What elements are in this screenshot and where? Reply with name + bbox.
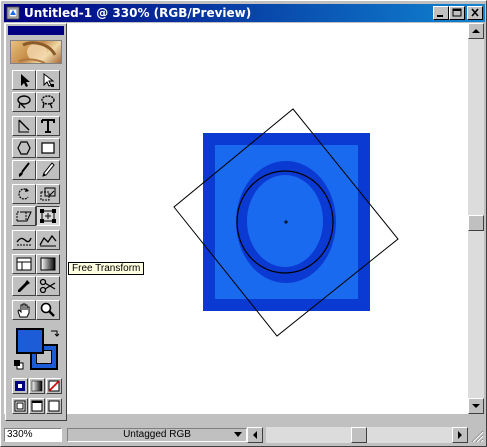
vertical-scroll-thumb[interactable] xyxy=(468,215,484,231)
scale-tool[interactable] xyxy=(36,184,60,204)
skew-tool[interactable] xyxy=(12,206,36,226)
gradient-mode-button[interactable] xyxy=(29,378,45,394)
brush-tool[interactable] xyxy=(12,160,36,180)
standard-screen-icon xyxy=(14,400,26,412)
arrow-left-icon xyxy=(253,431,257,439)
brush-tool-icon xyxy=(18,162,30,177)
status-bar: 330% Untagged RGB xyxy=(4,427,468,443)
color-mode-button[interactable] xyxy=(12,378,28,394)
close-icon xyxy=(471,8,479,17)
gradient-tool[interactable] xyxy=(12,254,36,274)
ring-hole xyxy=(247,175,323,267)
foreground-color-swatch[interactable] xyxy=(16,328,44,354)
gradient-mode-icon xyxy=(31,380,43,392)
status-menu-arrow-icon[interactable] xyxy=(232,429,244,440)
hand-tool[interactable] xyxy=(12,300,36,320)
horizontal-scroll-thumb[interactable] xyxy=(351,427,367,443)
resize-grip[interactable] xyxy=(468,427,484,443)
window-title: Untitled-1 @ 330% (RGB/Preview) xyxy=(24,6,252,20)
arrow-right-icon xyxy=(458,431,462,439)
scroll-up-button[interactable] xyxy=(468,23,484,39)
type-tool[interactable] xyxy=(36,116,60,136)
scroll-down-button[interactable] xyxy=(468,398,484,414)
reshape-tool-icon xyxy=(39,234,57,247)
direct-selection-tool-icon xyxy=(43,72,55,87)
toolbox-logo[interactable] xyxy=(10,40,62,64)
full-screen-button[interactable] xyxy=(46,398,62,414)
full-screen-menu-button[interactable] xyxy=(29,398,45,414)
toolbox-panel: Free Transform xyxy=(5,23,145,421)
rotate-tool-icon xyxy=(18,188,29,200)
eyedropper-tool[interactable] xyxy=(12,276,36,296)
line-tool-icon xyxy=(18,119,30,133)
move-tool[interactable] xyxy=(12,70,36,90)
direct-selection-tool[interactable] xyxy=(36,70,60,90)
zoom-level-field[interactable]: 330% xyxy=(4,428,62,442)
eyedropper-tool-icon xyxy=(18,280,30,292)
polygon-tool-icon xyxy=(17,141,31,155)
free-transform-tool-icon xyxy=(40,209,56,223)
arrow-down-icon xyxy=(472,404,480,408)
zoom-tool[interactable] xyxy=(36,300,60,320)
document-window: Untitled-1 @ 330% (RGB/Preview) Free Tra… xyxy=(0,0,487,447)
standard-screen-button[interactable] xyxy=(12,398,28,414)
color-swatches xyxy=(12,326,62,372)
color-profile-status[interactable]: Untagged RGB xyxy=(67,428,247,442)
maximize-button[interactable] xyxy=(449,6,465,20)
hand-tool-icon xyxy=(17,303,30,318)
pencil-tool[interactable] xyxy=(36,160,60,180)
tooltip: Free Transform xyxy=(68,262,145,275)
polygon-tool[interactable] xyxy=(12,138,36,158)
color-mode-icon xyxy=(15,381,25,391)
scroll-right-button[interactable] xyxy=(452,427,468,443)
warp-tool-icon xyxy=(16,237,32,246)
default-colors-icon[interactable] xyxy=(14,360,24,370)
horizontal-scrollbar[interactable] xyxy=(266,427,452,443)
magic-lasso-tool[interactable] xyxy=(36,92,60,112)
lasso-tool-icon xyxy=(17,95,31,109)
scroll-left-button[interactable] xyxy=(247,427,263,443)
rectangle-tool-icon xyxy=(41,142,55,154)
scissors-tool-icon xyxy=(39,278,56,294)
maximize-icon xyxy=(452,8,462,17)
swap-colors-icon[interactable] xyxy=(50,328,60,338)
toolbox-title-bar[interactable] xyxy=(8,26,64,35)
none-mode-button[interactable] xyxy=(46,378,62,394)
type-tool-icon xyxy=(41,119,55,133)
warp-tool[interactable] xyxy=(12,230,36,250)
full-screen-menu-icon xyxy=(31,400,43,412)
move-tool-icon xyxy=(21,74,30,87)
scale-tool-icon xyxy=(40,187,56,201)
vertical-scrollbar[interactable] xyxy=(468,23,484,414)
lasso-tool[interactable] xyxy=(12,92,36,112)
scissors-tool[interactable] xyxy=(36,276,60,296)
minimize-button[interactable] xyxy=(433,6,449,20)
app-icon xyxy=(6,6,20,20)
gradient-tool-icon xyxy=(16,257,32,271)
reshape-tool[interactable] xyxy=(36,230,60,250)
magic-lasso-tool-icon xyxy=(41,95,55,109)
rectangle-tool[interactable] xyxy=(36,138,60,158)
free-transform-tool[interactable] xyxy=(36,206,60,226)
blend-tool[interactable] xyxy=(36,254,60,274)
arrow-up-icon xyxy=(472,29,480,33)
resize-grip-icon xyxy=(471,430,484,443)
zoom-tool-icon xyxy=(40,302,55,317)
pencil-tool-icon xyxy=(42,162,55,177)
skew-tool-icon xyxy=(16,211,32,222)
minimize-icon xyxy=(437,15,443,17)
canvas-area[interactable] xyxy=(4,23,468,414)
none-mode-icon xyxy=(48,380,60,392)
artwork[interactable] xyxy=(4,23,468,414)
close-button[interactable] xyxy=(467,6,483,20)
line-tool[interactable] xyxy=(12,116,36,136)
rotate-tool[interactable] xyxy=(12,184,36,204)
title-bar[interactable]: Untitled-1 @ 330% (RGB/Preview) xyxy=(4,4,485,22)
full-screen-icon xyxy=(48,400,60,412)
blend-tool-icon xyxy=(40,257,56,271)
